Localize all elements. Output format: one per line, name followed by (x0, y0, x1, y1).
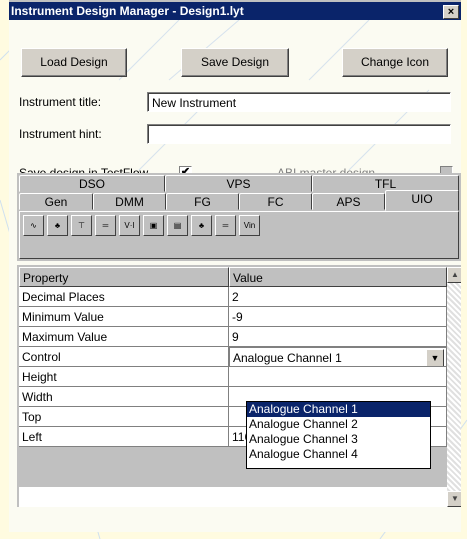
vin-icon[interactable]: Vin (239, 215, 260, 236)
scroll-up-icon[interactable]: ▲ (447, 267, 461, 283)
sine-source-icon[interactable]: ∿ (23, 215, 44, 236)
property-header: Property (19, 267, 229, 287)
probe-red-icon-2[interactable]: ♣ (191, 215, 212, 236)
control-dropdown-list[interactable]: Analogue Channel 1 Analogue Channel 2 Anal… (246, 401, 431, 469)
scroll-down-icon[interactable]: ▼ (447, 491, 461, 507)
uio-panel: ∿ ♣ ⊤ ═ V·I ▣ ▤ ♣ ═ Vin (19, 211, 459, 259)
digital-blue-icon[interactable]: ═ (215, 215, 236, 236)
digital-red-icon[interactable]: ═ (95, 215, 116, 236)
property-name-cell: Height (19, 367, 229, 387)
component-palette: ∿ ♣ ⊤ ═ V·I ▣ ▤ ♣ ═ Vin (20, 212, 460, 238)
probe-yellow-icon[interactable]: ⊤ (71, 215, 92, 236)
property-name-cell: Control (19, 347, 229, 367)
voltmeter-icon[interactable]: V·I (119, 215, 140, 236)
instrument-title-input[interactable]: New Instrument (147, 92, 451, 112)
instrument-hint-label: Instrument hint: (19, 127, 102, 141)
dropdown-option[interactable]: Analogue Channel 1 (247, 402, 430, 417)
property-grid: Property Value Decimal Places 2 Minimum Va… (17, 265, 461, 507)
tab-gen[interactable]: Gen (19, 193, 93, 210)
property-name-cell: Decimal Places (19, 287, 229, 307)
property-value-cell[interactable]: Analogue Channel 1 ▼ (229, 347, 447, 367)
property-name-cell: Minimum Value (19, 307, 229, 327)
instrument-hint-input[interactable] (147, 124, 451, 144)
property-value-cell[interactable]: 9 (229, 327, 447, 347)
tab-fc[interactable]: FC (239, 193, 312, 210)
instrument-title-label: Instrument title: (19, 95, 102, 109)
meter-green-icon[interactable]: ▣ (143, 215, 164, 236)
grid-scrollbar[interactable]: ▲ ▼ (447, 267, 461, 507)
window-title: Instrument Design Manager - Design1.lyt (11, 4, 244, 18)
property-value-cell[interactable]: -9 (229, 307, 447, 327)
tab-vps[interactable]: VPS (165, 175, 312, 192)
close-icon[interactable]: × (443, 5, 459, 19)
instrument-design-manager-window: Instrument Design Manager - Design1.lyt … (9, 0, 461, 532)
dropdown-option[interactable]: Analogue Channel 2 (247, 417, 430, 432)
meter-yellow-icon[interactable]: ▤ (167, 215, 188, 236)
control-dropdown-icon[interactable]: ▼ (426, 349, 444, 366)
dialog-body: Load Design Save Design Change Icon Inst… (9, 20, 461, 532)
property-name-cell: Maximum Value (19, 327, 229, 347)
tab-dmm[interactable]: DMM (93, 193, 166, 210)
save-design-button[interactable]: Save Design (181, 48, 289, 77)
tab-uio[interactable]: UIO (385, 190, 459, 211)
tab-aps[interactable]: APS (312, 193, 385, 210)
property-value-cell[interactable]: 2 (229, 287, 447, 307)
property-name-cell: Left (19, 427, 229, 447)
tab-fg[interactable]: FG (166, 193, 239, 210)
dropdown-option[interactable]: Analogue Channel 4 (247, 447, 430, 462)
load-design-button[interactable]: Load Design (21, 48, 127, 77)
property-name-cell: Top (19, 407, 229, 427)
property-value-cell[interactable] (229, 367, 447, 387)
tab-dso[interactable]: DSO (19, 175, 165, 192)
grid-empty-space (19, 487, 447, 507)
property-name-cell: Width (19, 387, 229, 407)
probe-red-icon[interactable]: ♣ (47, 215, 68, 236)
dropdown-option[interactable]: Analogue Channel 3 (247, 432, 430, 447)
instrument-tabs: DSO VPS TFL Gen DMM FG FC APS UIO ∿ ♣ ⊤ ═ V·… (17, 173, 461, 261)
title-bar: Instrument Design Manager - Design1.lyt … (9, 2, 461, 20)
value-header: Value (229, 267, 447, 287)
change-icon-button[interactable]: Change Icon (342, 48, 448, 77)
